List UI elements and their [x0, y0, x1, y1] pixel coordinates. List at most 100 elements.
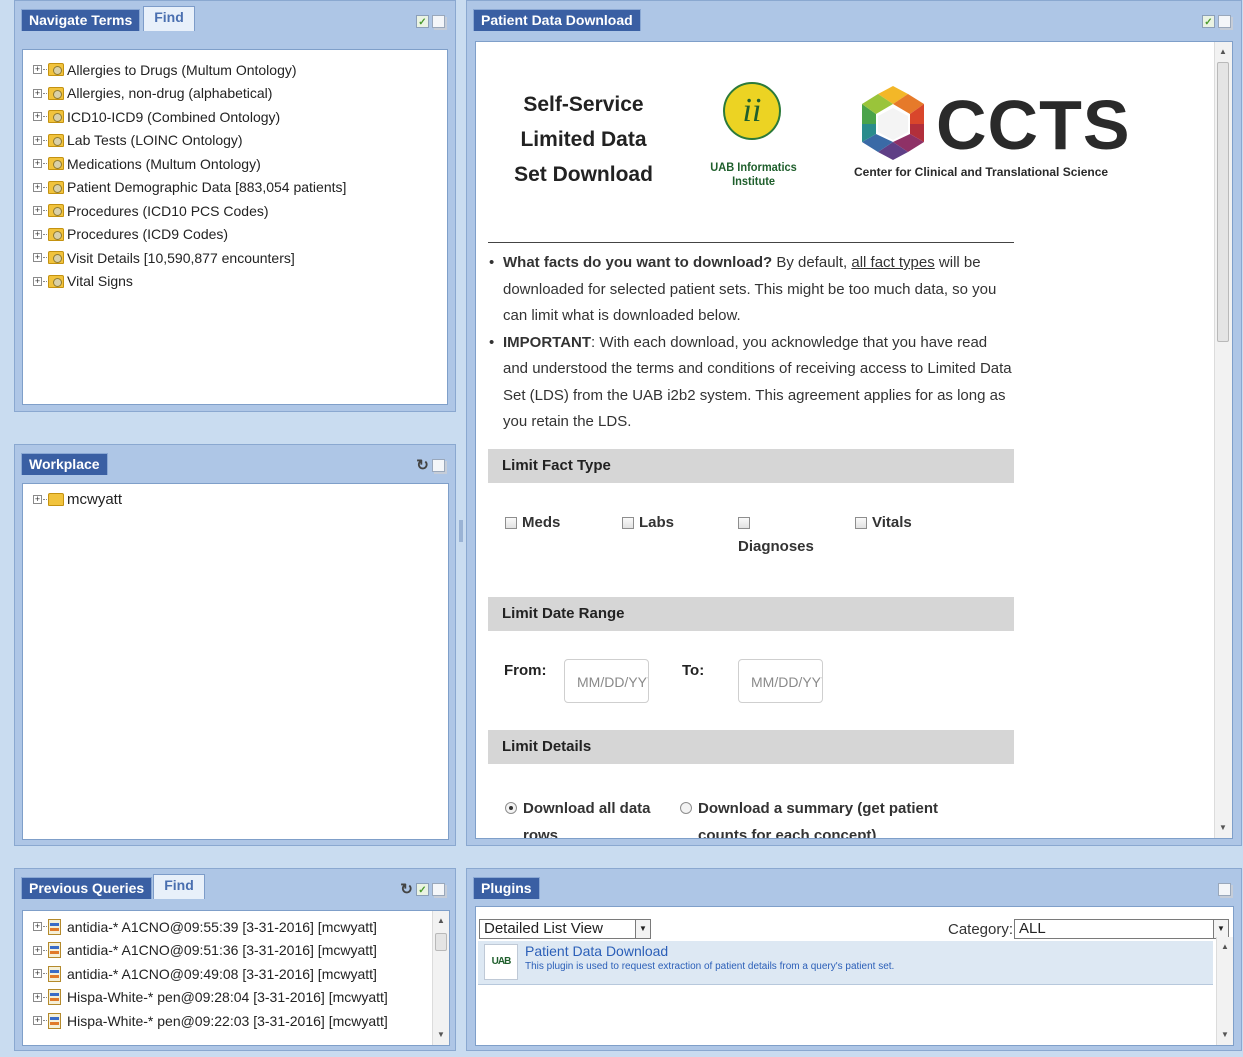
tree-item[interactable]: + Allergies to Drugs (Multum Ontology) [33, 58, 447, 82]
checkbox-box[interactable] [622, 517, 634, 529]
checkbox-box[interactable] [505, 517, 517, 529]
tree-item[interactable]: + Vital Signs [33, 270, 447, 294]
maximize-icon[interactable] [1218, 883, 1231, 896]
checkbox-labs[interactable]: Labs [622, 514, 674, 531]
tab-plugins[interactable]: Plugins [473, 877, 540, 899]
expand-icon[interactable]: + [33, 159, 42, 169]
expand-icon[interactable]: + [33, 1016, 42, 1026]
query-item[interactable]: + antidia-* A1CNO@09:51:36 [3-31-2016] [m… [33, 939, 449, 963]
tab-navigate-terms[interactable]: Navigate Terms [21, 9, 141, 31]
tree-item[interactable]: + Procedures (ICD10 PCS Codes) [33, 199, 447, 223]
tree-item[interactable]: + Procedures (ICD9 Codes) [33, 223, 447, 247]
query-item[interactable]: + antidia-* A1CNO@09:55:39 [3-31-2016] [m… [33, 915, 449, 939]
expand-icon[interactable]: + [33, 945, 42, 955]
tree-item-label: Visit Details [10,590,877 encounters] [67, 249, 295, 266]
tab-find[interactable]: Find [153, 874, 205, 899]
radio-button[interactable] [680, 802, 692, 814]
radio-button[interactable] [505, 802, 517, 814]
checkbox-vitals[interactable]: Vitals [855, 514, 912, 531]
scroll-up-icon[interactable]: ▲ [1215, 44, 1231, 60]
expand-icon[interactable]: + [33, 88, 42, 98]
tab-patient-data-download[interactable]: Patient Data Download [473, 9, 641, 31]
download-scrollbar[interactable]: ▲ ▼ [1214, 42, 1232, 838]
maximize-icon[interactable] [432, 883, 445, 896]
scroll-down-icon[interactable]: ▼ [433, 1027, 449, 1043]
tree-item[interactable]: + Lab Tests (LOINC Ontology) [33, 129, 447, 153]
tab-previous-queries[interactable]: Previous Queries [21, 877, 153, 899]
tab-workplace[interactable]: Workplace [21, 453, 108, 475]
checkbox-label: Diagnoses [738, 538, 814, 555]
tree-line [43, 257, 47, 259]
scroll-down-icon[interactable]: ▼ [1215, 820, 1231, 836]
query-item[interactable]: + antidia-* A1CNO@09:49:08 [3-31-2016] [m… [33, 962, 449, 986]
expand-icon[interactable]: + [33, 276, 42, 286]
expand-icon[interactable]: + [33, 206, 42, 216]
tree-line [43, 996, 47, 998]
checkbox-box[interactable] [738, 517, 750, 529]
expand-icon[interactable]: + [33, 495, 42, 505]
radio-label: Download a summary (get patient counts f… [698, 800, 939, 839]
workplace-folder[interactable]: + mcwyatt [33, 488, 448, 512]
tree-item[interactable]: + Patient Demographic Data [883,054 patie… [33, 176, 447, 200]
checkmark-icon[interactable]: ✓ [416, 15, 429, 28]
tree-item[interactable]: + ICD10-ICD9 (Combined Ontology) [33, 105, 447, 129]
radio-download-all[interactable]: Download all data rows [505, 795, 655, 838]
workplace-folder-label: mcwyatt [67, 491, 123, 509]
queries-tabbar: Previous Queries Find ↻ ✓ [15, 869, 455, 899]
plugin-title[interactable]: Patient Data Download [525, 943, 668, 959]
maximize-icon[interactable] [432, 15, 445, 28]
checkbox-meds[interactable]: Meds [505, 514, 560, 531]
scroll-thumb[interactable] [435, 933, 447, 951]
scroll-up-icon[interactable]: ▲ [1217, 939, 1233, 955]
scroll-thumb[interactable] [1217, 62, 1229, 342]
category-select[interactable]: ALL ▼ [1014, 919, 1229, 939]
queries-scrollbar[interactable]: ▲ ▼ [432, 911, 449, 1045]
from-date-input[interactable]: MM/DD/YYYY [564, 659, 649, 703]
folder-icon [48, 493, 64, 507]
splitter-handle[interactable] [459, 520, 463, 542]
checkbox-box[interactable] [855, 517, 867, 529]
refresh-icon[interactable]: ↻ [416, 458, 429, 473]
expand-icon[interactable]: + [33, 182, 42, 192]
scroll-up-icon[interactable]: ▲ [433, 913, 449, 929]
download-content: Self-Service Limited Data Set Download i… [475, 41, 1233, 839]
radio-download-summary[interactable]: Download a summary (get patient counts f… [680, 795, 980, 839]
tree-item[interactable]: + Visit Details [10,590,877 encounters] [33, 246, 447, 270]
query-item[interactable]: + Hispa-White-* pen@09:28:04 [3-31-2016] … [33, 986, 449, 1010]
all-fact-types-link[interactable]: all fact types [851, 254, 934, 271]
view-select[interactable]: Detailed List View ▼ [479, 919, 651, 939]
tree-item[interactable]: + Allergies, non-drug (alphabetical) [33, 82, 447, 106]
tree-item-label: Vital Signs [67, 273, 133, 290]
query-item[interactable]: + Hispa-White-* pen@09:22:03 [3-31-2016] … [33, 1009, 449, 1033]
expand-icon[interactable]: + [33, 65, 42, 75]
refresh-icon[interactable]: ↻ [400, 882, 413, 897]
instruction-facts: What facts do you want to download? By d… [489, 250, 1015, 330]
expand-icon[interactable]: + [33, 922, 42, 932]
expand-icon[interactable]: + [33, 229, 42, 239]
plugins-scrollbar[interactable]: ▲ ▼ [1216, 937, 1233, 1045]
checkbox-diagnoses[interactable]: Diagnoses [738, 514, 814, 555]
expand-icon[interactable]: + [33, 112, 42, 122]
expand-icon[interactable]: + [33, 253, 42, 263]
query-icon [48, 918, 61, 935]
expand-icon[interactable]: + [33, 969, 42, 979]
chevron-down-icon[interactable]: ▼ [1213, 920, 1228, 938]
to-date-input[interactable]: MM/DD/YYYY [738, 659, 823, 703]
tab-find[interactable]: Find [143, 6, 195, 31]
plugins-tabbar: Plugins [467, 869, 1241, 899]
query-icon [48, 989, 61, 1006]
checkmark-icon[interactable]: ✓ [416, 883, 429, 896]
expand-icon[interactable]: + [33, 992, 42, 1002]
plugin-list-item[interactable]: UAB Patient Data Download This plugin is… [478, 941, 1213, 985]
chevron-down-icon[interactable]: ▼ [635, 920, 650, 938]
maximize-icon[interactable] [432, 459, 445, 472]
folder-icon [48, 133, 64, 147]
maximize-icon[interactable] [1218, 15, 1231, 28]
uab-informatics-logo: ii UAB Informatics Institute [691, 82, 821, 188]
ccts-subtitle: Center for Clinical and Translational Sc… [854, 165, 1109, 179]
tree-line [43, 186, 47, 188]
expand-icon[interactable]: + [33, 135, 42, 145]
checkmark-icon[interactable]: ✓ [1202, 15, 1215, 28]
tree-item[interactable]: + Medications (Multum Ontology) [33, 152, 447, 176]
scroll-down-icon[interactable]: ▼ [1217, 1027, 1233, 1043]
